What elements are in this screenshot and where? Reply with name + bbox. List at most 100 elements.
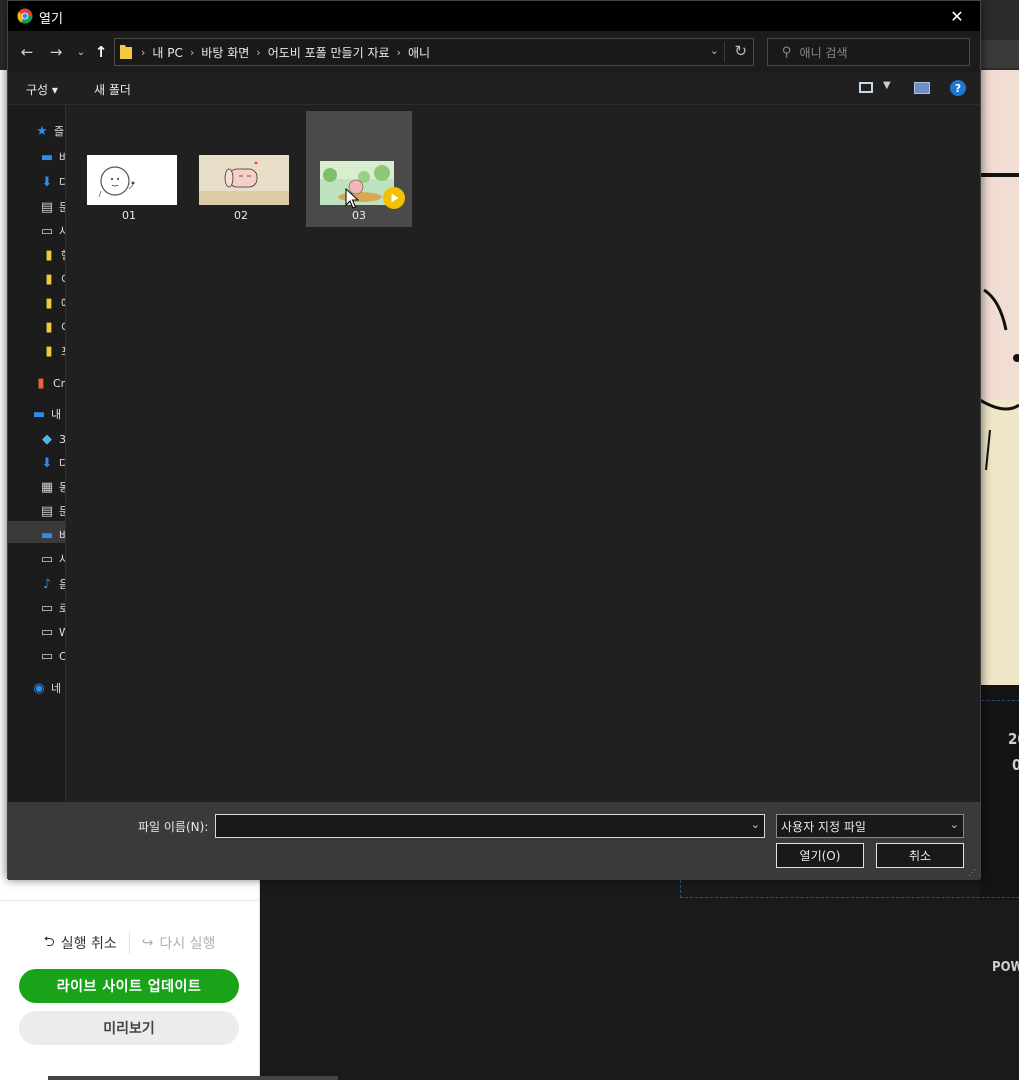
breadcrumb-separator-icon: › <box>256 45 261 59</box>
nav-item-label: 음 <box>59 576 65 592</box>
horizontal-scrollbar[interactable] <box>48 1076 338 1080</box>
chrome-icon <box>17 8 33 24</box>
organize-menu[interactable]: 구성 ▾ <box>26 81 58 98</box>
pc-icon: ▬ <box>32 406 46 422</box>
help-icon[interactable]: ? <box>950 80 966 96</box>
file-item-02[interactable]: 02 <box>188 111 294 227</box>
arrow-right-icon: → <box>49 43 63 61</box>
nav-item-4[interactable]: ▭사 <box>39 221 65 241</box>
nav-item-17[interactable]: ▭사 <box>39 549 65 569</box>
footer-text-number: 0 <box>1012 756 1019 774</box>
preview-pane-icon[interactable] <box>914 82 930 94</box>
nav-item-6[interactable]: ▮이 <box>41 269 65 289</box>
close-button[interactable]: ✕ <box>934 1 980 31</box>
sausage-character-icon <box>199 155 289 205</box>
file-name-02: 02 <box>234 209 248 222</box>
file-item-03[interactable]: 03 <box>306 111 412 227</box>
file-type-select[interactable]: 사용자 지정 파일 ⌄ <box>776 814 964 838</box>
folder-icon: ▮ <box>45 343 53 359</box>
breadcrumb-portfolio-folder[interactable]: 어도비 포폴 만들기 자료 <box>268 44 390 61</box>
nav-item-13[interactable]: ⬇다 <box>39 453 65 473</box>
arrow-up-icon: ↑ <box>94 43 108 61</box>
file-name-01: 01 <box>122 209 136 222</box>
back-button[interactable]: ← <box>16 41 38 63</box>
nav-item-14[interactable]: ▦동 <box>39 477 65 497</box>
open-button[interactable]: 열기(O) <box>776 843 864 868</box>
breadcrumb-desktop[interactable]: 바탕 화면 <box>201 44 249 61</box>
file-name-input[interactable]: ⌄ <box>215 814 765 838</box>
nav-item-label: 사 <box>59 551 65 567</box>
recent-locations-button[interactable]: ⌄ <box>70 41 92 63</box>
nav-item-16[interactable]: ▬바 <box>39 525 65 545</box>
nav-item-12[interactable]: ◆ 3 <box>39 429 65 449</box>
desktop-icon: ▬ <box>40 527 54 543</box>
breadcrumb-ani-folder[interactable]: 애니 <box>408 44 430 61</box>
forward-button[interactable]: → <box>45 41 67 63</box>
thumbnail-01 <box>87 155 177 205</box>
command-toolbar: 구성 ▾ 새 폴더 ▼ ? <box>8 73 980 105</box>
nav-item-5[interactable]: ▮햄 <box>41 245 65 265</box>
character-sketch-icon <box>87 155 177 205</box>
nav-item-label: 바 <box>59 149 65 165</box>
undo-button[interactable]: ⮌ 실행 취소 <box>44 931 117 955</box>
editor-canvas-illustration <box>980 70 1019 685</box>
nav-item-0[interactable]: ★ 즐 <box>34 121 65 141</box>
nav-item-11[interactable]: ▬ 내 <box>31 404 65 424</box>
nav-item-1[interactable]: ▬바 <box>39 147 65 167</box>
nav-item-2[interactable]: ⬇다 <box>39 172 65 192</box>
video-play-badge-icon <box>383 187 405 209</box>
nav-item-label: 다 <box>59 174 65 190</box>
view-options-dropdown-icon[interactable]: ▼ <box>883 80 891 91</box>
nav-item-3[interactable]: ▤문 <box>39 197 65 217</box>
breadcrumb-separator-icon: › <box>141 45 146 59</box>
video-icon: ▦ <box>40 479 54 495</box>
nav-item-9[interactable]: ▮포 <box>41 341 65 361</box>
breadcrumb-pc[interactable]: 내 PC <box>152 44 182 61</box>
arrow-left-icon: ← <box>20 43 34 61</box>
cancel-button[interactable]: 취소 <box>876 843 964 868</box>
download-icon: ⬇ <box>41 174 53 190</box>
up-button[interactable]: ↑ <box>90 41 112 63</box>
nav-item-20[interactable]: ▭W <box>39 622 65 642</box>
navigation-pane: ★즐▬바⬇다▤문▭사▮햄▮이▮애▮이▮포▮Cr▬내◆3⬇다▦동▤문▬바▭사♪음▭… <box>8 105 66 802</box>
file-type-dropdown-icon: ⌄ <box>949 818 959 831</box>
dialog-title-bar: 열기 ✕ <box>8 1 980 31</box>
undo-redo-row: ⮌ 실행 취소 ↪ 다시 실행 <box>0 931 259 955</box>
refresh-icon[interactable]: ↻ <box>734 42 747 60</box>
nav-item-label: 다 <box>59 455 65 471</box>
file-name-label: 파일 이름(N): <box>138 820 209 834</box>
drive-icon: ▭ <box>40 648 54 664</box>
nav-item-15[interactable]: ▤문 <box>39 501 65 521</box>
file-type-value: 사용자 지정 파일 <box>781 819 866 834</box>
nav-item-8[interactable]: ▮이 <box>41 317 65 337</box>
document-icon: ▤ <box>40 199 54 215</box>
undo-icon: ⮌ <box>43 934 55 950</box>
nav-item-label: 로 <box>59 600 65 616</box>
new-folder-button[interactable]: 새 폴더 <box>94 81 131 98</box>
footer-text-powered: POW <box>992 960 1019 975</box>
preview-button[interactable]: 미리보기 <box>19 1011 239 1045</box>
desktop-icon: ▬ <box>40 149 54 165</box>
change-view-icon[interactable] <box>859 82 873 93</box>
nav-item-22[interactable]: ◉ 네 <box>31 678 65 698</box>
nav-item-10[interactable]: ▮ Cr <box>33 373 65 393</box>
nav-item-21[interactable]: ▭ C <box>39 646 65 666</box>
search-box[interactable]: ⚲ 애니 검색 <box>767 38 970 66</box>
navigation-bar: ← → ⌄ ↑ › 내 PC › 바탕 화면 › 어도비 포폴 만들기 자료 ›… <box>8 31 980 73</box>
file-name-dropdown-icon[interactable]: ⌄ <box>751 818 760 831</box>
picture-icon: ▭ <box>40 223 54 239</box>
resize-grip-icon[interactable]: ⋰ <box>968 868 976 877</box>
address-dropdown-icon[interactable]: ⌄ <box>710 44 719 57</box>
nav-item-7[interactable]: ▮애 <box>41 293 65 313</box>
editor-top-strip <box>979 40 1019 68</box>
drive-icon: ▭ <box>40 624 54 640</box>
nav-item-label: W <box>59 626 65 639</box>
publish-live-site-button[interactable]: 라이브 사이트 업데이트 <box>19 969 239 1003</box>
nav-item-18[interactable]: ♪음 <box>39 574 65 594</box>
redo-button[interactable]: ↪ 다시 실행 <box>142 933 216 953</box>
file-item-01[interactable]: 01 <box>76 111 182 227</box>
folder-icon: ▮ <box>45 271 53 287</box>
address-bar[interactable]: › 내 PC › 바탕 화면 › 어도비 포폴 만들기 자료 › 애니 ⌄ ↻ <box>114 38 754 66</box>
open-file-dialog: 열기 ✕ ← → ⌄ ↑ › 내 PC › 바탕 화면 › 어도비 포폴 만들기… <box>7 0 981 880</box>
nav-item-19[interactable]: ▭로 <box>39 598 65 618</box>
